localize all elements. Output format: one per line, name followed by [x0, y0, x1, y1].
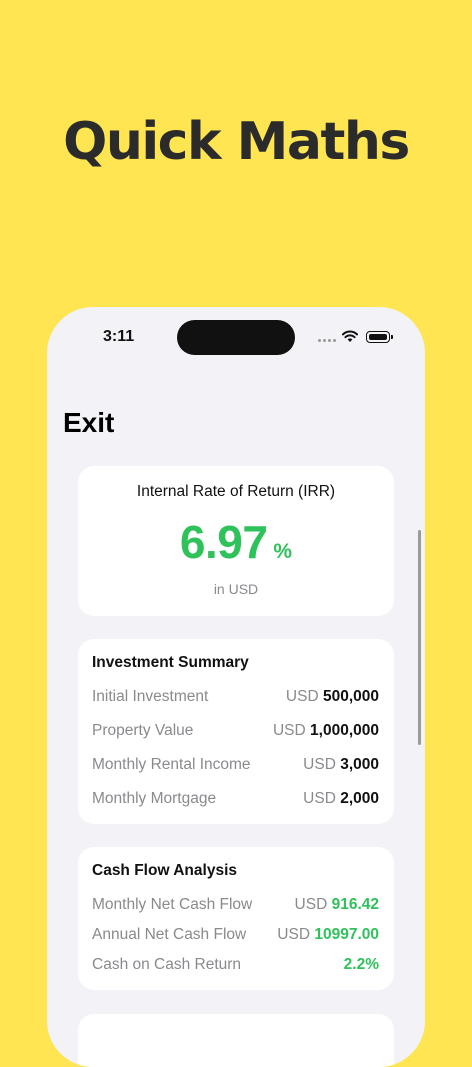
- battery-tip: [391, 335, 393, 339]
- irr-unit: %: [273, 540, 293, 563]
- irr-value-row: 6.97 %: [78, 515, 394, 569]
- summary-row-property-value: Property Value USD 1,000,000: [92, 722, 379, 740]
- currency-code: USD: [303, 790, 336, 807]
- cash-flow-card: Cash Flow Analysis Monthly Net Cash Flow…: [78, 847, 394, 990]
- row-value: 2.2%: [344, 956, 379, 974]
- summary-row-initial-investment: Initial Investment USD 500,000: [92, 688, 379, 706]
- battery-icon: [366, 331, 390, 343]
- scrollbar[interactable]: [418, 530, 421, 745]
- investment-summary-card: Investment Summary Initial Investment US…: [78, 639, 394, 824]
- irr-currency-note: in USD: [213, 581, 259, 597]
- row-label: Monthly Rental Income: [92, 756, 251, 773]
- investment-summary-title: Investment Summary: [92, 654, 249, 671]
- row-value: USD 916.42: [295, 896, 379, 914]
- amount: 10997.00: [314, 926, 379, 943]
- cellular-signal-icon: [318, 339, 336, 342]
- marketing-headline: Quick Maths: [63, 112, 410, 172]
- row-label: Monthly Net Cash Flow: [92, 896, 253, 913]
- row-label: Initial Investment: [92, 688, 209, 705]
- dynamic-island: [177, 320, 295, 355]
- amount: 3,000: [340, 756, 379, 773]
- row-value: USD 10997.00: [277, 926, 379, 944]
- irr-value: 6.97: [179, 516, 268, 568]
- row-value: USD 3,000: [303, 756, 379, 774]
- amount: 500,000: [322, 688, 379, 705]
- currency-code: USD: [294, 896, 328, 913]
- cash-flow-title: Cash Flow Analysis: [92, 862, 237, 879]
- row-label: Annual Net Cash Flow: [92, 926, 247, 943]
- row-value: USD 500,000: [286, 688, 379, 706]
- row-label: Monthly Mortgage: [92, 790, 217, 807]
- summary-row-monthly-rental-income: Monthly Rental Income USD 3,000: [92, 756, 379, 774]
- irr-title: Internal Rate of Return (IRR): [136, 483, 336, 500]
- phone-screen: 3:11 Exit Internal Rate of Return (IRR) …: [47, 307, 425, 1067]
- cashflow-row-cash-on-cash: Cash on Cash Return 2.2%: [92, 956, 379, 974]
- wifi-icon: [342, 330, 358, 342]
- exit-button[interactable]: Exit: [63, 407, 114, 439]
- summary-row-monthly-mortgage: Monthly Mortgage USD 2,000: [92, 790, 379, 808]
- amount: 1,000,000: [310, 722, 379, 739]
- currency-code: USD: [272, 722, 306, 739]
- cashflow-row-monthly-net: Monthly Net Cash Flow USD 916.42: [92, 896, 379, 914]
- row-value: USD 1,000,000: [273, 722, 379, 740]
- row-label: Property Value: [92, 722, 194, 739]
- amount: 2,000: [340, 790, 379, 807]
- amount: 916.42: [331, 896, 379, 913]
- currency-code: USD: [303, 756, 336, 773]
- status-bar-time: 3:11: [103, 328, 135, 345]
- cashflow-row-annual-net: Annual Net Cash Flow USD 10997.00: [92, 926, 379, 944]
- row-label: Cash on Cash Return: [92, 956, 242, 973]
- currency-code: USD: [277, 926, 311, 943]
- row-value: USD 2,000: [303, 790, 379, 808]
- irr-card: Internal Rate of Return (IRR) 6.97 % in …: [78, 466, 394, 616]
- next-card: [78, 1014, 394, 1067]
- amount: 2.2%: [343, 956, 379, 973]
- currency-code: USD: [285, 688, 319, 705]
